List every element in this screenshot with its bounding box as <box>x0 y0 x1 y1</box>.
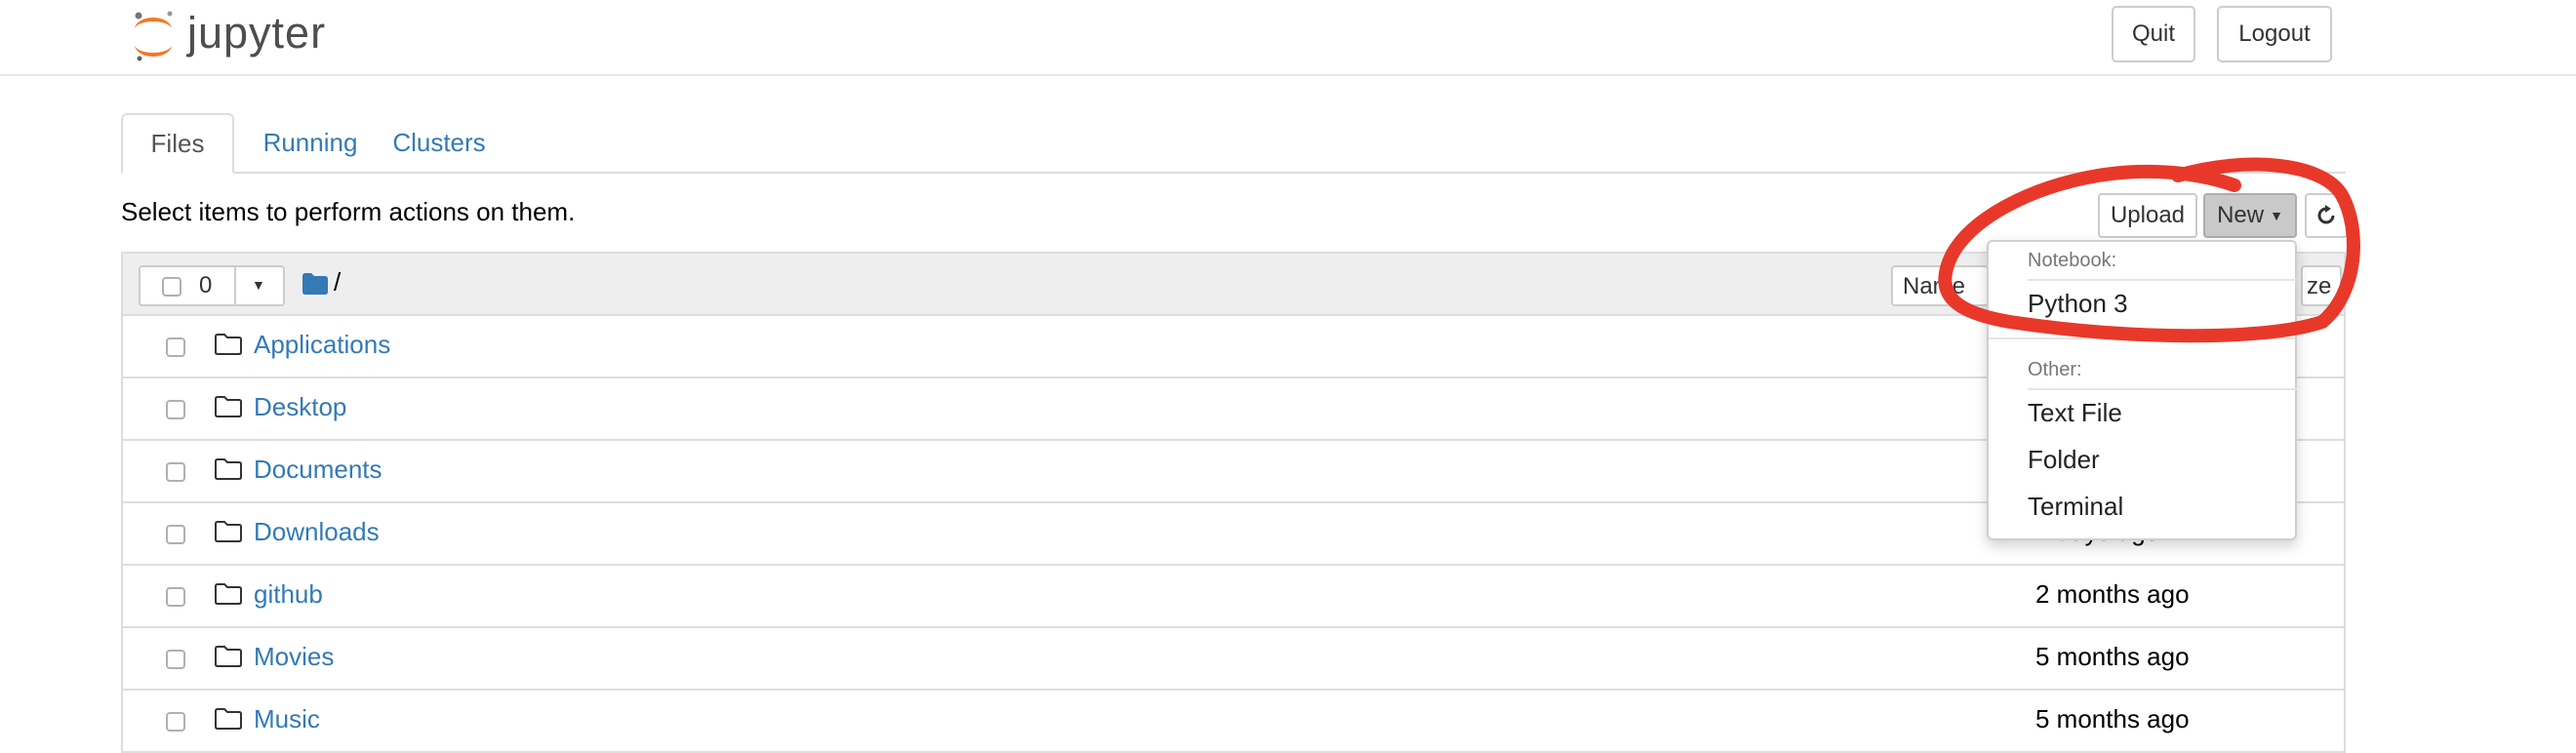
item-name-link[interactable]: Downloads <box>254 517 380 547</box>
menu-item-terminal[interactable]: Terminal <box>2028 492 2123 522</box>
folder-icon <box>215 396 242 417</box>
item-name-link[interactable]: Music <box>254 704 320 734</box>
menu-item-folder[interactable]: Folder <box>2028 445 2100 475</box>
item-name-link[interactable]: Documents <box>254 455 382 485</box>
upload-button[interactable]: Upload <box>2098 193 2197 238</box>
menu-item-python3[interactable]: Python 3 <box>2028 289 2128 319</box>
list-item[interactable]: Movies 5 months ago <box>121 628 2346 691</box>
item-name-link[interactable]: Applications <box>254 330 390 360</box>
select-all-group: 0 ▼ <box>139 265 285 306</box>
refresh-icon <box>2317 205 2335 224</box>
jupyter-logo-icon <box>135 11 173 61</box>
tab-clusters[interactable]: Clusters <box>377 113 502 172</box>
item-name-link[interactable]: Movies <box>254 642 334 672</box>
folder-icon <box>215 521 242 542</box>
new-dropdown-menu: Notebook: Python 3 Other: Text File Fold… <box>1987 240 2297 540</box>
quit-button[interactable]: Quit <box>2112 6 2195 62</box>
refresh-button[interactable] <box>2305 193 2348 238</box>
select-menu-caret-icon[interactable]: ▼ <box>252 277 265 293</box>
folder-icon <box>215 458 242 480</box>
menu-item-text-file[interactable]: Text File <box>2028 398 2122 428</box>
menu-header-other: Other: <box>2028 359 2082 380</box>
row-checkbox[interactable] <box>166 525 185 544</box>
tab-bar: Files Running Clusters <box>121 113 2346 174</box>
tab-running[interactable]: Running <box>254 113 367 172</box>
item-name-link[interactable]: github <box>254 579 323 610</box>
helper-text: Select items to perform actions on them. <box>121 197 576 226</box>
jupyter-logo[interactable]: jupyter <box>131 8 325 62</box>
caret-down-icon: ▼ <box>2270 208 2283 223</box>
list-item[interactable]: Music 5 months ago <box>121 691 2346 753</box>
folder-icon <box>215 583 242 605</box>
item-name-link[interactable]: Desktop <box>254 392 346 422</box>
row-checkbox[interactable] <box>166 337 185 357</box>
sort-name-label: Name <box>1903 273 1966 299</box>
folder-icon <box>215 334 242 355</box>
item-modified: 5 months ago <box>2035 642 2190 671</box>
header-bar: jupyter Quit Logout <box>0 0 2576 76</box>
sort-size-label: ze <box>2307 273 2332 299</box>
select-all-checkbox[interactable] <box>162 277 181 297</box>
sort-name-button[interactable]: Name <box>1891 265 1989 306</box>
new-button[interactable]: New ▼ <box>2203 193 2297 238</box>
logout-button[interactable]: Logout <box>2217 6 2332 62</box>
folder-icon <box>215 646 242 667</box>
breadcrumb[interactable]: / <box>334 267 341 297</box>
new-button-label: New <box>2217 202 2265 228</box>
row-checkbox[interactable] <box>166 650 185 669</box>
select-divider <box>234 265 236 306</box>
menu-divider <box>2028 279 2297 281</box>
row-checkbox[interactable] <box>166 462 185 482</box>
item-modified: 2 months ago <box>2035 579 2190 609</box>
tab-files[interactable]: Files <box>121 113 234 174</box>
row-checkbox[interactable] <box>166 712 185 732</box>
menu-header-notebook: Notebook: <box>2028 250 2117 271</box>
logo-text: jupyter <box>187 8 327 58</box>
selected-count: 0 <box>199 272 213 298</box>
sort-size-button[interactable]: ze <box>2301 265 2342 306</box>
folder-icon <box>215 708 242 730</box>
row-checkbox[interactable] <box>166 587 185 607</box>
row-checkbox[interactable] <box>166 400 185 419</box>
menu-separator <box>1989 337 2295 339</box>
folder-filled-icon <box>302 273 328 295</box>
item-modified: 5 months ago <box>2035 704 2190 733</box>
menu-divider <box>2028 388 2297 390</box>
list-item[interactable]: github 2 months ago <box>121 566 2346 628</box>
